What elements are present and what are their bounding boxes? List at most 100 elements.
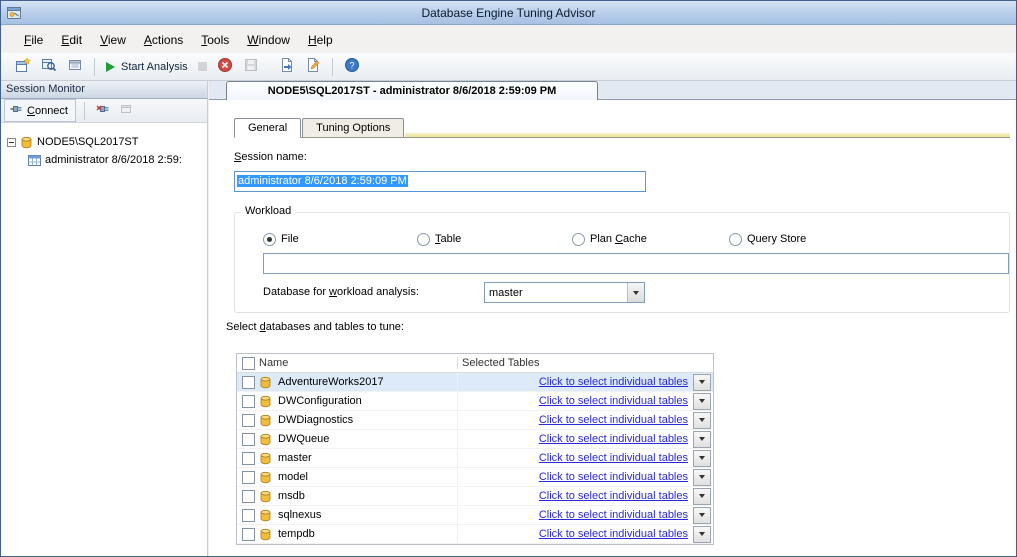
table-row[interactable]: DWQueue Click to select individual table… (237, 430, 713, 449)
select-all-checkbox[interactable] (242, 357, 255, 370)
radio-plan-cache[interactable]: Plan Cache (572, 232, 647, 246)
connect-button[interactable]: Connect (4, 99, 76, 122)
save-icon (243, 57, 259, 76)
select-tables-link[interactable]: Click to select individual tables (539, 414, 688, 426)
tables-dropdown-button[interactable] (693, 412, 711, 429)
collapse-toggle-icon[interactable] (7, 138, 16, 147)
table-row[interactable]: master Click to select individual tables (237, 449, 713, 468)
select-tables-link[interactable]: Click to select individual tables (539, 490, 688, 502)
radio-table-label: Table (435, 233, 461, 245)
table-row[interactable]: model Click to select individual tables (237, 468, 713, 487)
tables-dropdown-button[interactable] (693, 374, 711, 391)
radio-file[interactable]: File (263, 232, 299, 246)
row-checkbox[interactable] (242, 509, 255, 522)
chevron-down-icon (699, 456, 705, 460)
tables-dropdown-button[interactable] (693, 507, 711, 524)
table-row[interactable]: tempdb Click to select individual tables (237, 525, 713, 544)
database-icon (259, 452, 278, 465)
workload-database-select[interactable]: master (484, 282, 645, 303)
session-name-selected-text: administrator 8/6/2018 2:59:09 PM (237, 175, 408, 187)
disconnect-icon (96, 102, 110, 119)
row-checkbox[interactable] (242, 414, 255, 427)
clone-session-button[interactable] (63, 54, 87, 79)
workload-group-label: Workload (241, 205, 295, 217)
row-checkbox[interactable] (242, 528, 255, 541)
tables-dropdown-button[interactable] (693, 469, 711, 486)
select-tables-link[interactable]: Click to select individual tables (539, 528, 688, 540)
database-icon (259, 414, 278, 427)
workload-database-label: Database for workload analysis: (263, 286, 419, 298)
database-name: model (278, 471, 457, 483)
database-icon (259, 509, 278, 522)
new-session-button[interactable] (11, 54, 35, 79)
menu-item-help[interactable]: Help (299, 29, 342, 51)
row-checkbox[interactable] (242, 452, 255, 465)
workload-file-input[interactable] (263, 253, 1009, 274)
session-grid-icon (28, 154, 41, 167)
tables-dropdown-button[interactable] (693, 450, 711, 467)
row-checkbox[interactable] (242, 376, 255, 389)
menu-item-tools[interactable]: Tools (192, 29, 238, 51)
select-tables-link[interactable]: Click to select individual tables (539, 433, 688, 445)
menu-item-actions[interactable]: Actions (135, 29, 192, 51)
tab-tuning-options[interactable]: Tuning Options (302, 118, 404, 137)
select-tables-link[interactable]: Click to select individual tables (539, 471, 688, 483)
edit-session-button[interactable] (301, 54, 325, 79)
database-name: DWConfiguration (278, 395, 457, 407)
table-row[interactable]: sqlnexus Click to select individual tabl… (237, 506, 713, 525)
combobox-arrow-button[interactable] (627, 283, 644, 302)
tree-server-item[interactable]: NODE5\SQL2017ST (7, 133, 207, 151)
database-name: DWDiagnostics (278, 414, 457, 426)
session-monitor-header: Session Monitor (1, 81, 207, 99)
row-checkbox[interactable] (242, 471, 255, 484)
name-column-header: Name (259, 357, 457, 369)
help-button[interactable]: ? (340, 54, 364, 79)
menu-item-view[interactable]: View (91, 29, 135, 51)
session-monitor-panel: Session Monitor Connect NODE5\SQL2017ST … (1, 81, 208, 556)
select-tables-link[interactable]: Click to select individual tables (539, 376, 688, 388)
import-workload-button[interactable] (275, 54, 299, 79)
database-name: msdb (278, 490, 457, 502)
row-checkbox[interactable] (242, 395, 255, 408)
menu-item-edit[interactable]: Edit (52, 29, 91, 51)
delete-session-button[interactable] (213, 54, 237, 79)
database-icon (259, 528, 278, 541)
start-analysis-button[interactable]: Start Analysis (102, 58, 192, 76)
stop-analysis-button[interactable] (194, 59, 211, 74)
tables-dropdown-button[interactable] (693, 431, 711, 448)
menu-item-file[interactable]: File (15, 29, 52, 51)
table-row[interactable]: DWDiagnostics Click to select individual… (237, 411, 713, 430)
select-tables-link[interactable]: Click to select individual tables (539, 452, 688, 464)
database-name: master (278, 452, 457, 464)
tree-session-item[interactable]: administrator 8/6/2018 2:59: (7, 151, 207, 169)
table-header: Name Selected Tables (237, 354, 713, 373)
select-tables-link[interactable]: Click to select individual tables (539, 509, 688, 521)
tables-dropdown-button[interactable] (693, 526, 711, 543)
radio-table-icon (417, 233, 430, 246)
select-tables-link[interactable]: Click to select individual tables (539, 395, 688, 407)
session-name-input[interactable]: administrator 8/6/2018 2:59:09 PM (234, 171, 646, 192)
session-tree: NODE5\SQL2017ST administrator 8/6/2018 2… (1, 123, 207, 169)
session-document-tab[interactable]: NODE5\SQL2017ST - administrator 8/6/2018… (226, 81, 598, 100)
radio-query-store[interactable]: Query Store (729, 232, 806, 246)
tables-dropdown-button[interactable] (693, 488, 711, 505)
row-checkbox[interactable] (242, 490, 255, 503)
row-checkbox[interactable] (242, 433, 255, 446)
table-row[interactable]: msdb Click to select individual tables (237, 487, 713, 506)
toolbar-separator (94, 58, 95, 76)
session-name-label: Session name: (234, 151, 307, 163)
table-row[interactable]: AdventureWorks2017 Click to select indiv… (237, 373, 713, 392)
titlebar[interactable]: Database Engine Tuning Advisor (1, 1, 1016, 25)
connect-label: Connect (27, 105, 68, 117)
save-session-button[interactable] (239, 54, 263, 79)
radio-table[interactable]: Table (417, 232, 461, 246)
open-session-button[interactable] (37, 54, 61, 79)
table-row[interactable]: DWConfiguration Click to select individu… (237, 392, 713, 411)
remove-session-button[interactable] (116, 99, 136, 122)
workload-database-value: master (489, 287, 523, 299)
tables-dropdown-button[interactable] (693, 393, 711, 410)
disconnect-button[interactable] (93, 99, 113, 122)
tab-general[interactable]: General (234, 118, 301, 138)
window-title: Database Engine Tuning Advisor (1, 6, 1016, 20)
menu-item-window[interactable]: Window (238, 29, 299, 51)
